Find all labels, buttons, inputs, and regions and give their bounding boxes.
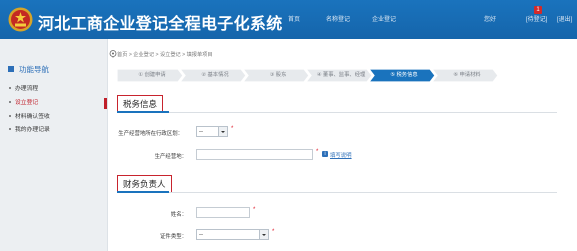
- finance-section-divider: [117, 192, 557, 193]
- address-input[interactable]: [196, 149, 313, 160]
- todo-link[interactable]: [待登记]: [526, 14, 547, 23]
- address-label: 生产经营地：: [154, 154, 187, 160]
- chevron-down-icon[interactable]: [259, 230, 268, 239]
- nav-enterprise-registration[interactable]: 企业登记: [372, 14, 396, 23]
- nav-name-registration[interactable]: 名称登记: [326, 14, 350, 23]
- required-marker: *: [316, 149, 319, 155]
- sidebar-item-process[interactable]: 办理流程: [0, 84, 107, 95]
- step-label[interactable]: ④ 董事、监事、经理: [310, 69, 372, 82]
- region-select[interactable]: --: [196, 126, 228, 137]
- required-marker: *: [231, 126, 234, 132]
- id-type-select[interactable]: --: [196, 229, 269, 240]
- tax-section-divider: [117, 112, 557, 113]
- required-marker: *: [253, 207, 256, 213]
- step-label[interactable]: ① 创建申请: [121, 69, 183, 82]
- required-marker: *: [272, 229, 275, 235]
- fill-instructions-link[interactable]: 填写说明: [330, 151, 352, 159]
- step-label[interactable]: ⑤ 税务信息: [373, 69, 435, 82]
- id-type-label: 证件类型：: [160, 234, 187, 240]
- logout-link[interactable]: [退出]: [557, 14, 572, 23]
- step-label[interactable]: ② 基本情况: [184, 69, 246, 82]
- finance-section-underline: [117, 191, 169, 193]
- sidebar-item-my-records[interactable]: 我的办理记录: [0, 125, 107, 136]
- app-title: 河北工商企业登记全程电子化系统: [38, 16, 283, 33]
- region-label: 生产经营地所在行政区划：: [118, 131, 183, 137]
- top-header: 河北工商企业登记全程电子化系统 首页 名称登记 企业登记 您好 1 [待登记] …: [0, 0, 577, 39]
- sidebar-item-establish-registration[interactable]: 设立登记: [0, 98, 107, 109]
- user-greeting: 您好: [484, 17, 497, 23]
- notification-badge[interactable]: 1: [534, 6, 542, 14]
- name-label: 姓名：: [170, 212, 187, 218]
- menu-square-icon: [8, 66, 14, 72]
- step-label[interactable]: ③ 股东: [247, 69, 309, 82]
- national-emblem-logo: [8, 7, 33, 32]
- nav-home[interactable]: 首页: [288, 14, 300, 23]
- sidebar-title: 功能导航: [8, 64, 49, 75]
- tax-section-underline: [117, 111, 169, 113]
- info-icon[interactable]: i: [322, 151, 328, 157]
- breadcrumb: 首页 > 企业登记 > 设立登记 > 填报单项目: [117, 52, 213, 58]
- location-pin-icon: [109, 50, 117, 58]
- name-input[interactable]: [196, 207, 250, 218]
- step-label[interactable]: ⑥ 申请材料: [436, 69, 498, 82]
- chevron-down-icon[interactable]: [218, 127, 227, 136]
- sidebar-item-material-signoff[interactable]: 材料确认签收: [0, 112, 107, 123]
